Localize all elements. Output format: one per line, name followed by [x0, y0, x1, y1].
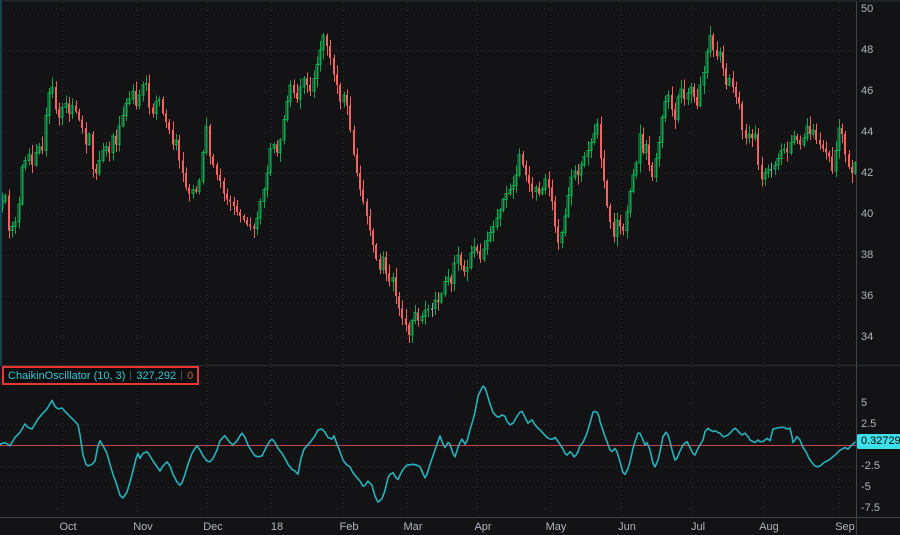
- time-axis-label: Dec: [200, 521, 226, 533]
- chart-root: 50 48 46 44 42 40 38 36 34 5 2.5 -2.5 -5 -7.5 Oct Nov…: [0, 0, 900, 535]
- oscillator-tick-label: -7.5: [861, 502, 880, 514]
- time-axis-label: Jul: [685, 521, 711, 533]
- price-tick-label: 34: [861, 331, 873, 343]
- price-tick-label: 46: [861, 85, 873, 97]
- time-axis-label: Mar: [400, 521, 426, 533]
- price-tick-label: 40: [861, 208, 873, 220]
- time-axis-label: May: [543, 521, 569, 533]
- panel-top-border: [0, 0, 900, 2]
- price-tick-label: 36: [861, 290, 873, 302]
- price-tick-label: 50: [861, 3, 873, 15]
- panel-left-border: [0, 0, 2, 365]
- oscillator-tick-label: -5: [861, 481, 871, 493]
- price-tick-label: 48: [861, 44, 873, 56]
- time-axis-label: Nov: [130, 521, 156, 533]
- time-axis-label: Oct: [55, 521, 81, 533]
- price-tick-label: 42: [861, 167, 873, 179]
- time-axis-label: 18: [264, 521, 290, 533]
- indicator-label[interactable]: ChaikinOscillator (10, 3) 327,292 0: [2, 366, 199, 385]
- indicator-label-divider: [181, 371, 182, 380]
- price-tick-label: 44: [861, 126, 873, 138]
- time-axis-label: Apr: [470, 521, 496, 533]
- indicator-value-zero: 0: [187, 370, 193, 382]
- indicator-label-divider: [130, 371, 131, 380]
- time-axis-label: Feb: [336, 521, 362, 533]
- indicator-value-volume: 327,292: [136, 370, 176, 382]
- time-axis-label: Jun: [614, 521, 640, 533]
- price-tick-label: 38: [861, 249, 873, 261]
- indicator-name: ChaikinOscillator (10, 3): [8, 370, 125, 382]
- oscillator-tick-label: 2.5: [861, 418, 876, 430]
- price-and-oscillator-chart-canvas[interactable]: [0, 0, 900, 535]
- candlestick-series[interactable]: [1, 26, 856, 343]
- time-axis-label: Aug: [756, 521, 782, 533]
- time-axis-label: Sep: [832, 521, 858, 533]
- oscillator-tick-label: -2.5: [861, 460, 880, 472]
- oscillator-last-value-badge: 0.32729: [857, 434, 900, 449]
- oscillator-tick-label: 5: [861, 397, 867, 409]
- panel-frame: [0, 0, 900, 535]
